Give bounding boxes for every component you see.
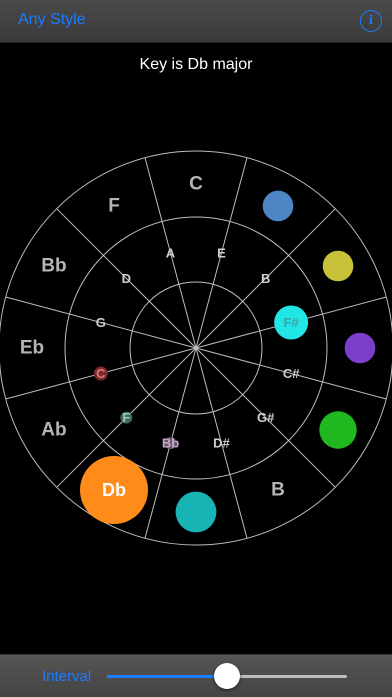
inner-note-label: C# [283, 366, 300, 381]
slider-fill [107, 675, 227, 678]
bottom-bar: Interval [0, 654, 392, 697]
slider-thumb[interactable] [214, 663, 240, 689]
outer-note-label: Eb [20, 338, 44, 359]
outer-note-label: Db [102, 480, 126, 500]
outer-note-label: B [271, 480, 285, 501]
interval-label: Interval [42, 668, 92, 685]
inner-note-label: A [166, 245, 176, 260]
outer-note-label: G [271, 195, 286, 216]
outer-note-label: Bb [41, 256, 66, 277]
inner-note-label: C [96, 366, 106, 381]
inner-note-label: D# [213, 436, 230, 451]
inner-note-label: B [261, 271, 270, 286]
inner-note-label: F# [284, 315, 300, 330]
inner-note-label: E [217, 245, 226, 260]
outer-note-label: A [353, 338, 367, 359]
inner-note-label: D [122, 271, 131, 286]
inner-note-label: G [96, 315, 106, 330]
inner-note-label: G# [257, 410, 275, 425]
outer-note-label: C [189, 174, 203, 195]
circle-of-fifths-wheel[interactable]: C G D A E B F# Db Ab Eb Bb F A E B F# C# G# D# Bb F C G D [0, 0, 392, 696]
outer-note-label: Ab [41, 420, 66, 441]
outer-note-label: F# [185, 502, 208, 523]
outer-note-label: D [331, 256, 345, 277]
inner-note-label: Bb [162, 436, 179, 451]
inner-note-label: F [122, 410, 130, 425]
outer-note-label: F [108, 195, 120, 216]
outer-note-label: E [332, 420, 345, 441]
